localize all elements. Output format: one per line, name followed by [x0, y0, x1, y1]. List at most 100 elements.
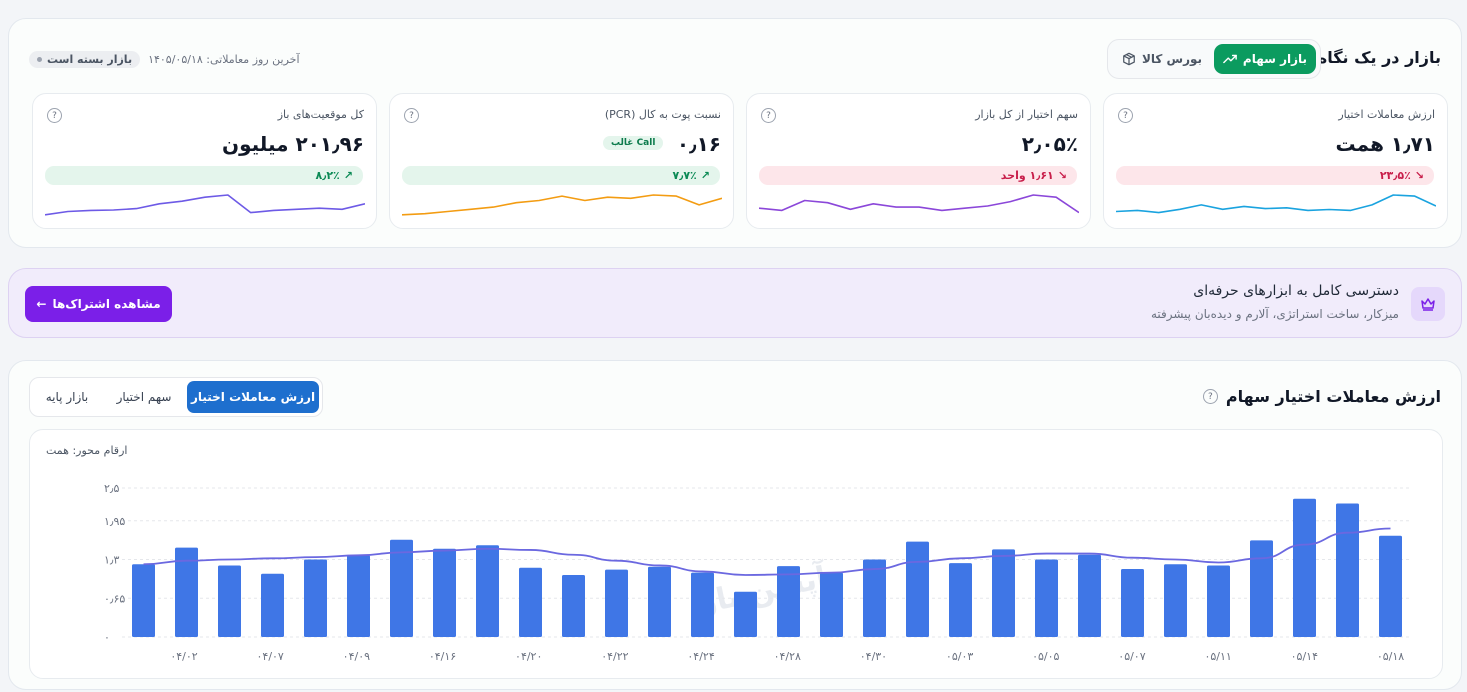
- sparkline: [759, 194, 1079, 214]
- x-tick-label: ۰۵/۱۸: [1377, 650, 1404, 663]
- promo-banner: دسترسی کامل به ابزارهای حرفه‌ای میزکار، …: [8, 268, 1462, 338]
- x-tick-label: ۰۵/۰۵: [1032, 650, 1059, 663]
- watermark: آپشن باز: [694, 558, 831, 622]
- x-tick-label: ۰۵/۰۷: [1118, 650, 1145, 663]
- chart-bar[interactable]: [476, 545, 499, 637]
- help-icon[interactable]: ?: [1202, 389, 1218, 404]
- chart-bar[interactable]: [906, 541, 929, 637]
- chart-bar[interactable]: [1121, 569, 1144, 637]
- tab-commodity-exchange[interactable]: بورس کالا: [1112, 44, 1212, 74]
- chart-bar[interactable]: [1164, 564, 1187, 637]
- last-trading-day: آخرین روز معاملاتی: ۱۴۰۵/۰۵/۱۸: [148, 52, 300, 66]
- chart-bar[interactable]: [433, 548, 456, 637]
- chart-title: ارزش معاملات اختیار سهام: [1225, 387, 1441, 406]
- tab-options-trade-value[interactable]: ارزش معاملات اختیار: [187, 381, 319, 413]
- promo-subtitle: میزکار، ساخت استراتژی، آلارم و دیده‌بان …: [1150, 307, 1399, 321]
- chart-header: ارزش معاملات اختیار سهام ?: [1202, 387, 1441, 406]
- x-tick-label: ۰۴/۰۷: [257, 650, 284, 663]
- chart-bar[interactable]: [734, 591, 757, 637]
- tab-stock-market[interactable]: بازار سهام: [1214, 44, 1316, 74]
- chart-bar[interactable]: [1207, 565, 1230, 638]
- chart-bar[interactable]: [347, 555, 370, 637]
- chart-bar[interactable]: [605, 569, 628, 637]
- trending-up-icon: [1223, 54, 1237, 64]
- change-badge: ↘ ۲۳٫۵٪: [1116, 166, 1434, 185]
- x-tick-label: ۰۴/۳۰: [860, 650, 887, 663]
- chart-bar[interactable]: [261, 573, 284, 637]
- chart-tabs: ارزش معاملات اختیار سهم اختیار بازار پای…: [29, 377, 323, 417]
- call-dominant-badge: Call غالب: [603, 136, 664, 150]
- x-tick-label: ۰۴/۲۲: [601, 650, 628, 663]
- box-icon: [1123, 52, 1135, 66]
- help-icon[interactable]: ?: [404, 108, 419, 123]
- x-tick-label: ۰۴/۰۲: [170, 650, 197, 663]
- change-value: ۷٫۷٪: [672, 169, 697, 182]
- chart-bar[interactable]: [218, 565, 241, 638]
- y-tick-label: ۰: [104, 631, 110, 644]
- options-trade-value-panel: ارزش معاملات اختیار سهام ? ارزش معاملات …: [8, 360, 1462, 690]
- card-options-market-share: سهم اختیار از کل بازار ? ۲٫۰۵٪ ↘ ۱٫۶۱ واح…: [746, 93, 1091, 229]
- sparkline-path: [1116, 194, 1436, 214]
- change-value: ۱٫۶۱ واحد: [1000, 169, 1054, 182]
- change-badge: ↗ ۸٫۲٪: [45, 166, 363, 185]
- tab-base-market[interactable]: بازار پایه: [32, 381, 102, 413]
- help-icon[interactable]: ?: [47, 108, 62, 123]
- arrow-up-icon: ↗: [343, 169, 353, 182]
- x-tick-label: ۰۵/۰۳: [946, 650, 973, 663]
- chart-bar[interactable]: [562, 575, 585, 637]
- chart-bar[interactable]: [820, 572, 843, 637]
- crown-icon: [1411, 287, 1445, 321]
- chart-bar[interactable]: [390, 539, 413, 637]
- arrow-down-icon: ↘: [1057, 169, 1067, 182]
- chart-bar[interactable]: [1078, 554, 1101, 637]
- sparkline-path: [402, 194, 722, 216]
- chart-bar[interactable]: [863, 559, 886, 638]
- card-label: نسبت پوت به کال (PCR): [604, 108, 721, 121]
- y-tick-label: ۰٫۶۵: [104, 592, 125, 605]
- chart-bar[interactable]: [1336, 503, 1359, 638]
- change-badge: ↘ ۱٫۶۱ واحد: [759, 166, 1077, 185]
- tab-options-share[interactable]: سهم اختیار: [104, 381, 184, 413]
- view-subscriptions-button[interactable]: مشاهده اشتراک‌ها ←: [25, 286, 172, 322]
- sparkline: [402, 194, 722, 216]
- chart-bar[interactable]: [1035, 559, 1058, 638]
- change-badge: ↗ ۷٫۷٪: [402, 166, 720, 185]
- bar-chart: آپشن باز ۰ ۰٫۶۵ ۱٫۳ ۱٫۹۵ ۲٫۵ ۰۴/۰۲ ۰۴/۰۷ ۰۴/۰۹ ۰…: [104, 482, 1412, 663]
- chart-bar[interactable]: [132, 564, 155, 637]
- help-icon[interactable]: ?: [1118, 108, 1133, 123]
- arrow-left-icon: ←: [36, 297, 47, 311]
- card-options-trade-value: ارزش معاملات اختیار ? ۱٫۷۱ همت ↘ ۲۳٫۵٪: [1103, 93, 1448, 229]
- card-label: سهم اختیار از کل بازار: [975, 108, 1078, 121]
- change-value: ۲۳٫۵٪: [1379, 169, 1411, 182]
- trend-line: [143, 527, 1391, 576]
- arrow-down-icon: ↘: [1414, 169, 1424, 182]
- chart-bar[interactable]: [648, 566, 671, 637]
- status-badge: بازار بسته است: [29, 50, 141, 68]
- overview-title: بازار در یک نگاه: [1317, 48, 1441, 67]
- x-tick-label: ۰۴/۲۸: [774, 650, 801, 663]
- x-tick-label: ۰۴/۰۹: [343, 650, 370, 663]
- chart-bar[interactable]: [992, 549, 1015, 637]
- help-icon[interactable]: ?: [761, 108, 776, 123]
- tab-commodity-label: بورس کالا: [1141, 52, 1203, 66]
- card-value: ۲۰۱٫۹۶ میلیون: [222, 132, 364, 156]
- chart-bar[interactable]: [949, 563, 972, 637]
- card-open-interest: کل موقعیت‌های باز ? ۲۰۱٫۹۶ میلیون ↗ ۸٫۲٪: [32, 93, 377, 229]
- chart-bar[interactable]: [519, 567, 542, 637]
- change-value: ۸٫۲٪: [315, 169, 340, 182]
- status-badge-label: بازار بسته است: [47, 52, 133, 66]
- chart-bar[interactable]: [1250, 540, 1273, 637]
- card-value: ۱٫۷۱ همت: [1335, 132, 1435, 156]
- chart-bar[interactable]: [304, 559, 327, 638]
- chart-bar[interactable]: [1293, 498, 1316, 637]
- y-tick-label: ۱٫۳: [104, 554, 119, 567]
- view-subscriptions-label: مشاهده اشتراک‌ها: [52, 297, 161, 311]
- x-tick-label: ۰۴/۱۶: [429, 650, 456, 663]
- x-tick-label: ۰۴/۲۴: [687, 650, 714, 663]
- chart-bar[interactable]: [1379, 535, 1402, 637]
- market-status: آخرین روز معاملاتی: ۱۴۰۵/۰۵/۱۸ بازار بست…: [29, 49, 300, 69]
- chart-bar[interactable]: [777, 566, 800, 637]
- chart-bar[interactable]: [691, 572, 714, 637]
- x-tick-label: ۰۴/۲۰: [515, 650, 542, 663]
- status-dot-icon: [37, 56, 42, 62]
